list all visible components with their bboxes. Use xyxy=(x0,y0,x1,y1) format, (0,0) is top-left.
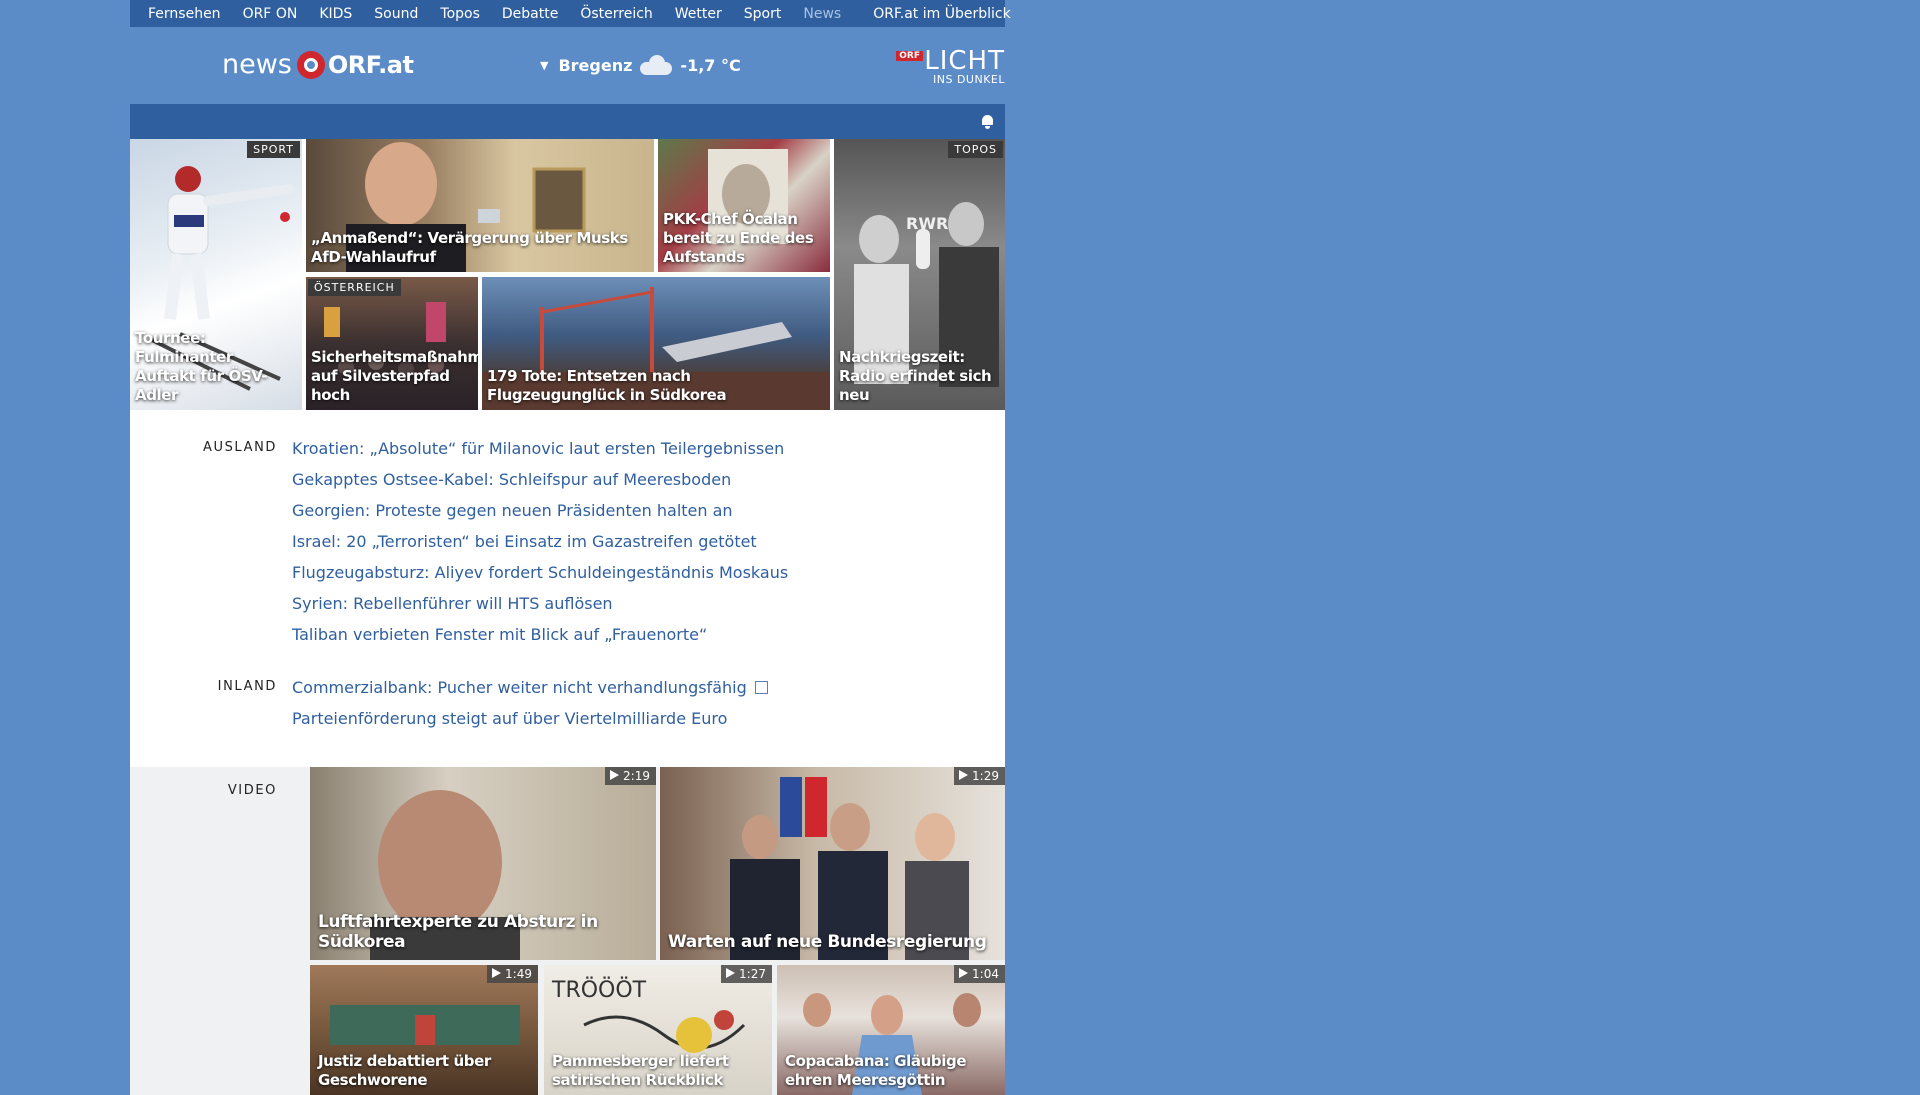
tag-sport: SPORT xyxy=(247,141,300,158)
video-duration: 1:49 xyxy=(487,965,538,983)
logo-news-text: news xyxy=(222,49,292,80)
weather-location: Bregenz xyxy=(558,55,633,75)
weather-temperature: -1,7 °C xyxy=(680,55,741,75)
list-item: Commerzialbank: Pucher weiter nicht verh… xyxy=(292,675,768,706)
list-item: Syrien: Rebellenführer will HTS auflösen xyxy=(292,591,788,622)
cloud-icon xyxy=(640,55,673,75)
section-ausland: AUSLAND Kroatien: „Absolute“ für Milanov… xyxy=(130,436,1005,653)
orf-eye-icon xyxy=(296,50,325,79)
list-item: Taliban verbieten Fenster mit Blick auf … xyxy=(292,622,788,653)
nav-orf-on[interactable]: ORF ON xyxy=(243,6,298,22)
list-item: Kroatien: „Absolute“ für Milanovic laut … xyxy=(292,436,788,467)
play-icon xyxy=(726,968,736,978)
site-header: news ORF.at ▼ Bregenz -1,7 °C ORF LICHT … xyxy=(130,27,1005,104)
play-icon xyxy=(959,968,969,978)
list-item: Georgien: Proteste gegen neuen Präsident… xyxy=(292,498,788,529)
video-title: Pammesberger liefert satirischen Rückbli… xyxy=(552,1052,729,1089)
svg-text:TRÖÖÖT: TRÖÖÖT xyxy=(551,977,647,1003)
licht-subtitle: INS DUNKEL xyxy=(933,73,1005,86)
headline-link[interactable]: Kroatien: „Absolute“ für Milanovic laut … xyxy=(292,439,784,458)
orf-badge: ORF xyxy=(896,51,923,61)
teaser-musk[interactable]: „Anmaßend“: Verärgerung über Musks AfD-W… xyxy=(306,139,654,272)
nav-fernsehen[interactable]: Fernsehen xyxy=(148,6,221,22)
video-section: VIDEO 2:19 Luftfahrtexperte zu Absturz i… xyxy=(130,767,1005,1095)
external-link-icon xyxy=(754,681,768,694)
play-icon xyxy=(610,770,620,780)
video-title: Justiz debattiert über Geschworene xyxy=(318,1052,491,1089)
top-stories-grid: SPORT Tournee: Fulminanter Auftakt für Ö… xyxy=(130,139,1005,410)
list-item: Flugzeugabsturz: Aliyev fordert Schuldei… xyxy=(292,560,788,591)
teaser-title: Sicherheitsmaßnahmen auf Silvesterpfad h… xyxy=(311,348,478,404)
teaser-title: „Anmaßend“: Verärgerung über Musks AfD-W… xyxy=(311,229,628,266)
top-navigation: Fernsehen ORF ON KIDS Sound Topos Debatt… xyxy=(130,0,1011,27)
video-title: Warten auf neue Bundesregierung xyxy=(668,932,987,952)
teaser-ski-jumping[interactable]: SPORT Tournee: Fulminanter Auftakt für Ö… xyxy=(130,139,302,410)
headline-link[interactable]: Gekapptes Ostsee-Kabel: Schleifspur auf … xyxy=(292,470,731,489)
nav-news[interactable]: News xyxy=(803,6,841,22)
nav-topos[interactable]: Topos xyxy=(440,6,479,22)
news-orf-logo[interactable]: news ORF.at xyxy=(222,49,414,80)
nav-debatte[interactable]: Debatte xyxy=(502,6,558,22)
play-icon xyxy=(492,968,502,978)
tag-oesterreich: ÖSTERREICH xyxy=(308,279,401,296)
video-tile[interactable]: 1:29 Warten auf neue Bundesregierung xyxy=(660,767,1005,960)
teaser-pkk[interactable]: PKK-Chef Öcalan bereit zu Ende des Aufst… xyxy=(658,139,830,272)
section-label-inland: INLAND xyxy=(217,679,277,694)
nav-overview[interactable]: ORF.at im Überblick xyxy=(873,6,1010,22)
ausland-list: Kroatien: „Absolute“ für Milanovic laut … xyxy=(292,436,788,653)
teaser-title: 179 Tote: Entsetzen nach Flugzeugunglück… xyxy=(487,367,727,404)
teaser-silvester[interactable]: ÖSTERREICH Sicherheitsmaßnahmen auf Silv… xyxy=(306,277,478,410)
video-title: Luftfahrtexperte zu Absturz in Südkorea xyxy=(318,912,598,952)
section-label-video: VIDEO xyxy=(227,783,277,798)
licht-ins-dunkel-logo[interactable]: ORF LICHT INS DUNKEL xyxy=(896,48,1005,86)
headline-link[interactable]: Syrien: Rebellenführer will HTS auflösen xyxy=(292,594,613,613)
nav-wetter[interactable]: Wetter xyxy=(675,6,722,22)
list-item: Israel: 20 „Terroristen“ bei Einsatz im … xyxy=(292,529,788,560)
section-inland: INLAND Commerzialbank: Pucher weiter nic… xyxy=(130,675,1005,737)
teaser-title: PKK-Chef Öcalan bereit zu Ende des Aufst… xyxy=(663,210,814,266)
video-tile[interactable]: 2:19 Luftfahrtexperte zu Absturz in Südk… xyxy=(310,767,656,960)
svg-text:RWR: RWR xyxy=(906,214,948,233)
video-tile[interactable]: TRÖÖÖT 1:27 Pammesberger liefert satiris… xyxy=(544,965,772,1095)
teaser-title: Tournee: Fulminanter Auftakt für ÖSV-Adl… xyxy=(135,329,268,404)
nav-sport[interactable]: Sport xyxy=(744,6,782,22)
notification-bar xyxy=(130,104,1005,139)
video-duration: 1:27 xyxy=(721,965,772,983)
teaser-radio[interactable]: RWR TOPOS Nachkriegszeit: Radio erfindet… xyxy=(834,139,1005,410)
teaser-title: Nachkriegszeit: Radio erfindet sich neu xyxy=(839,348,992,404)
play-icon xyxy=(959,770,969,780)
headline-link[interactable]: Georgien: Proteste gegen neuen Präsident… xyxy=(292,501,733,520)
headline-link[interactable]: Commerzialbank: Pucher weiter nicht verh… xyxy=(292,678,747,697)
video-duration: 2:19 xyxy=(605,767,656,785)
headline-link[interactable]: Taliban verbieten Fenster mit Blick auf … xyxy=(292,625,707,644)
bell-icon[interactable] xyxy=(981,115,994,129)
nav-sound[interactable]: Sound xyxy=(374,6,418,22)
weather-widget[interactable]: ▼ Bregenz -1,7 °C xyxy=(540,55,741,75)
video-tile[interactable]: 1:04 Copacabana: Gläubige ehren Meeresgö… xyxy=(777,965,1005,1095)
news-lists: AUSLAND Kroatien: „Absolute“ für Milanov… xyxy=(130,410,1005,767)
section-label-ausland: AUSLAND xyxy=(202,440,277,455)
list-item: Gekapptes Ostsee-Kabel: Schleifspur auf … xyxy=(292,467,788,498)
nav-oesterreich[interactable]: Österreich xyxy=(580,6,652,22)
video-duration: 1:29 xyxy=(954,767,1005,785)
headline-link[interactable]: Flugzeugabsturz: Aliyev fordert Schuldei… xyxy=(292,563,788,582)
headline-link[interactable]: Parteienförderung steigt auf über Vierte… xyxy=(292,709,727,728)
logo-orf-text: ORF.at xyxy=(327,50,414,79)
list-item: Parteienförderung steigt auf über Vierte… xyxy=(292,706,768,737)
video-tile[interactable]: 1:49 Justiz debattiert über Geschworene xyxy=(310,965,538,1095)
inland-list: Commerzialbank: Pucher weiter nicht verh… xyxy=(292,675,768,737)
video-title: Copacabana: Gläubige ehren Meeresgöttin xyxy=(785,1052,967,1089)
triangle-down-icon: ▼ xyxy=(540,58,549,72)
video-duration: 1:04 xyxy=(954,965,1005,983)
teaser-plane-crash[interactable]: 179 Tote: Entsetzen nach Flugzeugunglück… xyxy=(482,277,830,410)
headline-link[interactable]: Israel: 20 „Terroristen“ bei Einsatz im … xyxy=(292,532,757,551)
tag-topos: TOPOS xyxy=(948,141,1003,158)
nav-kids[interactable]: KIDS xyxy=(319,6,352,22)
